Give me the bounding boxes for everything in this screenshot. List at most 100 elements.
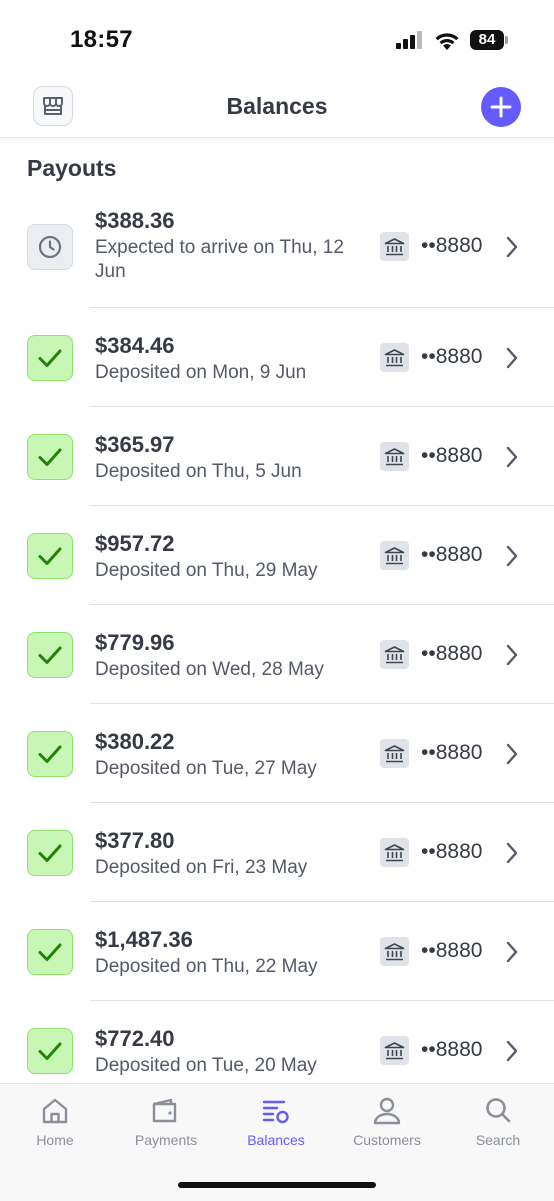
row-chevron [505, 940, 519, 964]
bank-account-last4: ••8880 [421, 741, 483, 764]
payout-amount: $772.40 [95, 1026, 175, 1051]
chevron-right-icon [506, 347, 518, 369]
status-bar: 18:57 84 [0, 0, 554, 80]
tab-label: Balances [247, 1132, 305, 1148]
check-icon [38, 745, 62, 763]
clock-icon [38, 235, 62, 259]
row-chevron [505, 235, 519, 259]
chevron-right-icon [506, 743, 518, 765]
payout-row[interactable]: $779.96 Deposited on Wed, 28 May ••8880 [0, 605, 554, 704]
check-icon [38, 1042, 62, 1060]
chevron-right-icon [506, 545, 518, 567]
payout-row[interactable]: $1,487.36 Deposited on Thu, 22 May ••8880 [0, 902, 554, 1001]
chevron-right-icon [506, 941, 518, 963]
tab-balances[interactable]: Balances [221, 1094, 331, 1148]
row-chevron [505, 841, 519, 865]
status-paid-badge [27, 335, 73, 381]
bank-badge [380, 442, 409, 471]
status-paid-badge [27, 929, 73, 975]
home-indicator [178, 1182, 376, 1188]
payout-amount: $957.72 [95, 531, 175, 556]
status-time: 18:57 [70, 26, 133, 53]
status-paid-badge [27, 731, 73, 777]
chevron-right-icon [506, 236, 518, 258]
battery-indicator: 84 [470, 30, 508, 50]
row-chevron [505, 742, 519, 766]
bank-badge [380, 739, 409, 768]
payout-amount: $1,487.36 [95, 927, 193, 952]
check-icon [38, 646, 62, 664]
battery-level: 84 [470, 30, 504, 50]
payout-description: Deposited on Wed, 28 May [95, 659, 324, 680]
bank-icon [384, 546, 405, 564]
bank-icon [384, 348, 405, 366]
payout-amount: $779.96 [95, 630, 175, 655]
app-header: Balances [0, 80, 554, 138]
check-icon [38, 943, 62, 961]
bank-icon [384, 843, 405, 861]
bank-badge [380, 1036, 409, 1065]
check-icon [38, 547, 62, 565]
bank-badge [380, 640, 409, 669]
chevron-right-icon [506, 1040, 518, 1062]
bank-badge [380, 232, 409, 261]
tab-label: Search [475, 1132, 521, 1148]
payout-row[interactable]: $957.72 Deposited on Thu, 29 May ••8880 [0, 506, 554, 605]
tab-label: Customers [353, 1132, 421, 1148]
bank-account-last4: ••8880 [421, 543, 483, 566]
chevron-right-icon [506, 644, 518, 666]
bank-badge [380, 343, 409, 372]
bank-icon [384, 645, 405, 663]
row-chevron [505, 445, 519, 469]
person-icon [373, 1097, 401, 1125]
payout-row[interactable]: $380.22 Deposited on Tue, 27 May ••8880 [0, 704, 554, 803]
tab-payments[interactable]: Payments [111, 1094, 221, 1148]
bank-account-last4: ••8880 [421, 1038, 483, 1061]
payout-amount: $380.22 [95, 729, 175, 754]
payout-description: Deposited on Thu, 5 Jun [95, 461, 302, 482]
bank-account-last4: ••8880 [421, 234, 483, 257]
check-icon [38, 448, 62, 466]
add-button[interactable] [481, 87, 521, 127]
wallet-icon [152, 1098, 177, 1123]
bank-icon [384, 744, 405, 762]
row-chevron [505, 643, 519, 667]
bank-account-last4: ••8880 [421, 939, 483, 962]
bank-badge [380, 838, 409, 867]
home-icon [42, 1098, 68, 1124]
payout-row[interactable]: $365.97 Deposited on Thu, 5 Jun ••8880 [0, 407, 554, 506]
bank-icon [384, 942, 405, 960]
tab-home[interactable]: Home [0, 1094, 110, 1148]
row-chevron [505, 1039, 519, 1063]
wifi-icon [435, 32, 459, 50]
bank-account-last4: ••8880 [421, 345, 483, 368]
search-icon [486, 1098, 511, 1123]
payout-row[interactable]: $388.36 Expected to arrive on Thu, 12 Jun… [0, 190, 554, 308]
chevron-right-icon [506, 446, 518, 468]
payout-amount: $388.36 [95, 208, 175, 233]
payout-description: Deposited on Tue, 27 May [95, 758, 317, 779]
bank-icon [384, 447, 405, 465]
tab-search[interactable]: Search [443, 1094, 553, 1148]
payout-description: Deposited on Mon, 9 Jun [95, 362, 307, 383]
row-chevron [505, 544, 519, 568]
balances-icon [262, 1100, 289, 1124]
tab-label: Home [36, 1132, 74, 1148]
tab-customers[interactable]: Customers [332, 1094, 442, 1148]
status-icons: 84 [396, 30, 508, 50]
payout-description: Deposited on Tue, 20 May [95, 1055, 317, 1076]
payout-amount: $377.80 [95, 828, 175, 853]
row-chevron [505, 346, 519, 370]
bank-badge [380, 937, 409, 966]
bank-account-last4: ••8880 [421, 444, 483, 467]
payout-description: Deposited on Fri, 23 May [95, 857, 308, 878]
bank-icon [384, 237, 405, 255]
check-icon [38, 844, 62, 862]
payout-description: Expected to arrive on Thu, 12 Jun [95, 237, 344, 282]
payout-row[interactable]: $384.46 Deposited on Mon, 9 Jun ••8880 [0, 308, 554, 407]
status-paid-badge [27, 632, 73, 678]
status-paid-badge [27, 533, 73, 579]
payout-row[interactable]: $377.80 Deposited on Fri, 23 May ••8880 [0, 803, 554, 902]
plus-icon [490, 96, 512, 118]
status-paid-badge [27, 830, 73, 876]
